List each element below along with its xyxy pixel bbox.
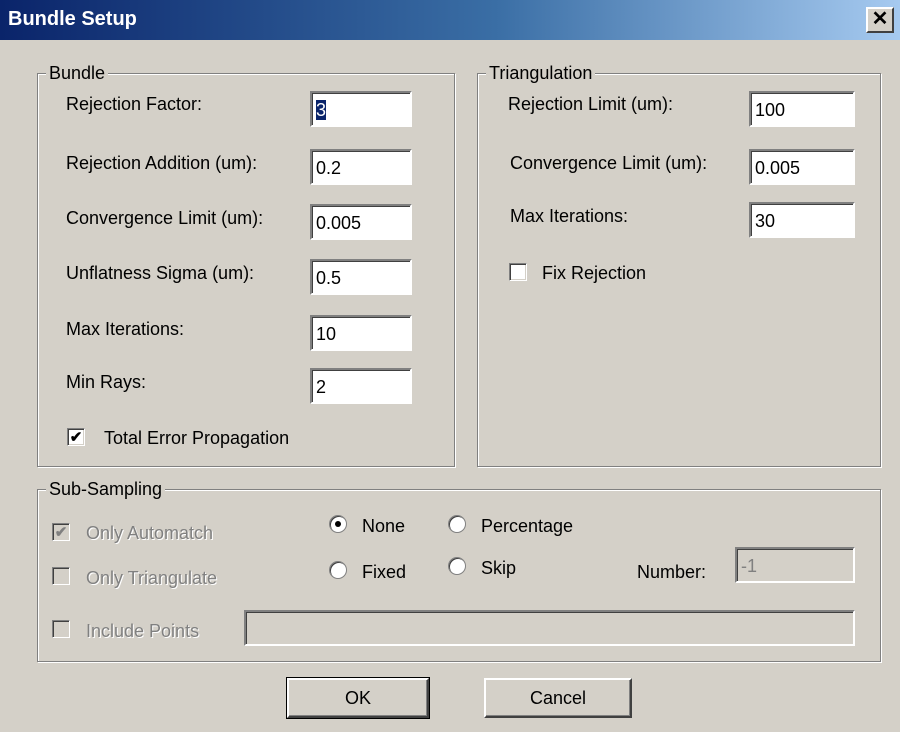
rejection-factor-value: 3 [316, 100, 327, 120]
radio-skip-label: Skip [481, 558, 517, 578]
include-points-label: Include Points [86, 621, 200, 641]
unflatness-sigma-label: Unflatness Sigma (um): [66, 263, 255, 283]
rejection-addition-label: Rejection Addition (um): [66, 153, 258, 173]
total-error-label: Total Error Propagation [104, 428, 290, 448]
number-field[interactable]: -1 [735, 547, 855, 583]
convergence-limit-label: Convergence Limit (um): [66, 208, 264, 228]
radio-fixed[interactable] [329, 561, 347, 579]
tri-convergence-limit-label: Convergence Limit (um): [510, 153, 708, 173]
close-icon: ✕ [871, 8, 889, 30]
subsampling-legend: Sub-Sampling [46, 478, 166, 500]
radio-skip[interactable] [448, 557, 466, 575]
include-points-field[interactable] [244, 610, 855, 646]
fix-rejection-checkbox[interactable] [509, 263, 527, 281]
radio-fixed-label: Fixed [362, 562, 407, 582]
rejection-addition-field[interactable]: 0.2 [310, 149, 412, 185]
triangulation-group: Triangulation [477, 62, 881, 467]
check-icon: ✔ [54, 523, 68, 541]
only-automatch-checkbox[interactable]: ✔ [52, 523, 70, 541]
radio-percentage-label: Percentage [481, 516, 574, 536]
bundle-legend: Bundle [46, 62, 109, 84]
rejection-factor-label: Rejection Factor: [66, 94, 203, 114]
fix-rejection-label: Fix Rejection [542, 263, 647, 283]
only-triangulate-label: Only Triangulate [86, 568, 218, 588]
only-triangulate-checkbox[interactable] [52, 567, 70, 585]
max-iterations-field[interactable]: 10 [310, 315, 412, 351]
radio-selected-dot [335, 521, 341, 527]
max-iterations-label: Max Iterations: [66, 319, 185, 339]
rejection-factor-field[interactable]: 3 [310, 91, 412, 127]
check-icon: ✔ [69, 428, 83, 446]
rejection-limit-field[interactable]: 100 [749, 91, 855, 127]
ok-button[interactable]: OK [286, 677, 430, 719]
close-button[interactable]: ✕ [866, 7, 894, 33]
total-error-checkbox[interactable]: ✔ [67, 428, 85, 446]
min-rays-field[interactable]: 2 [310, 368, 412, 404]
rejection-limit-label: Rejection Limit (um): [508, 94, 674, 114]
tri-max-iterations-label: Max Iterations: [510, 206, 629, 226]
title-bar: Bundle Setup ✕ [0, 0, 900, 40]
include-points-checkbox[interactable] [52, 620, 70, 638]
min-rays-label: Min Rays: [66, 372, 147, 392]
radio-none-label: None [362, 516, 406, 536]
window-title: Bundle Setup [8, 8, 137, 30]
convergence-limit-field[interactable]: 0.005 [310, 204, 412, 240]
only-automatch-label: Only Automatch [86, 523, 214, 543]
cancel-button[interactable]: Cancel [484, 678, 632, 718]
radio-none[interactable] [329, 515, 347, 533]
triangulation-legend: Triangulation [486, 62, 596, 84]
radio-percentage[interactable] [448, 515, 466, 533]
tri-max-iterations-field[interactable]: 30 [749, 202, 855, 238]
unflatness-sigma-field[interactable]: 0.5 [310, 259, 412, 295]
tri-convergence-limit-field[interactable]: 0.005 [749, 149, 855, 185]
number-label: Number: [637, 562, 707, 582]
